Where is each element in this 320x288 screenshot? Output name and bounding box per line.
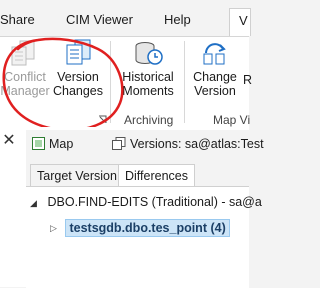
annotation-circle xyxy=(2,37,124,132)
change-version-label-1: Change xyxy=(193,70,237,84)
tab-target-version[interactable]: Target Version xyxy=(30,164,124,186)
expanded-chevron-icon[interactable]: ◢ xyxy=(30,198,40,209)
change-version-button[interactable]: Change Version xyxy=(190,39,240,98)
map-view-group-label: Map Vi xyxy=(213,113,251,127)
differences-tree: ◢ DBO.FIND-EDITS (Traditional) - sa@a ▷ … xyxy=(26,186,262,288)
menu-versioning-tab[interactable]: V xyxy=(229,8,251,36)
tree-root-label: DBO.FIND-EDITS (Traditional) - sa@a xyxy=(47,195,262,209)
tab-map[interactable]: Map xyxy=(32,137,73,151)
ribbon-partial-button-label[interactable]: R xyxy=(243,73,252,87)
menu-cim-viewer[interactable]: CIM Viewer xyxy=(66,12,133,27)
tree-child-row[interactable]: ▷ testsgdb.dbo.tes_point (4) xyxy=(50,219,230,237)
tab-differences[interactable]: Differences xyxy=(118,164,195,186)
ribbon: Conflict Manager Version Changes Histori… xyxy=(0,36,252,132)
archiving-group-label: Archiving xyxy=(124,113,174,127)
menu-help[interactable]: Help xyxy=(164,12,191,27)
close-icon[interactable]: ✕ xyxy=(0,131,18,149)
tab-versions-label: Versions: sa@atlas:Test xyxy=(130,137,264,151)
collapsed-chevron-icon[interactable]: ▷ xyxy=(50,223,60,234)
subtab-row: Target Version Differences xyxy=(26,160,249,186)
change-version-label-2: Version xyxy=(194,84,236,98)
ribbon-separator xyxy=(184,41,185,123)
document-tab-row: Map Versions: sa@atlas:Test xyxy=(26,130,264,160)
change-version-icon xyxy=(198,39,232,67)
historical-moments-icon xyxy=(131,39,165,67)
map-icon xyxy=(32,137,45,150)
tab-map-label: Map xyxy=(49,137,74,151)
tree-root-row[interactable]: ◢ DBO.FIND-EDITS (Traditional) - sa@a xyxy=(30,195,262,209)
tree-child-label[interactable]: testsgdb.dbo.tes_point (4) xyxy=(65,219,230,237)
menu-bar: Share CIM Viewer Help V xyxy=(0,0,251,36)
versions-icon xyxy=(112,137,126,150)
tab-versions[interactable]: Versions: sa@atlas:Test xyxy=(112,137,264,151)
menu-share[interactable]: Share xyxy=(0,12,35,27)
